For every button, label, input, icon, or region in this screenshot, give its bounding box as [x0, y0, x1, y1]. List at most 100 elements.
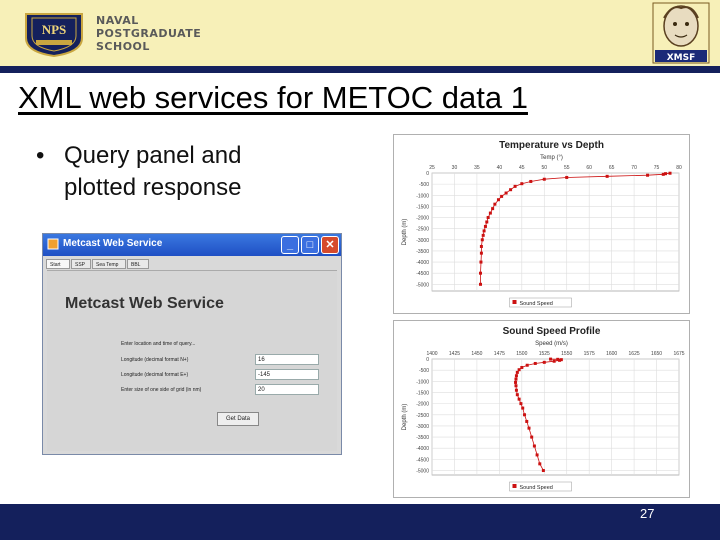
x-tick-label: 65 — [609, 165, 615, 171]
metcast-app-window: Metcast Web Service _ □ ✕ Start SSP Sea … — [42, 233, 342, 455]
school-line-3: SCHOOL — [96, 40, 150, 53]
data-point — [488, 211, 492, 215]
x-tick-label: 50 — [541, 165, 547, 171]
data-point — [514, 384, 518, 388]
data-point — [486, 216, 490, 220]
x-tick-label: 1525 — [539, 351, 550, 357]
tab-ssp[interactable]: SSP — [71, 259, 91, 269]
sound-speed-chart: Sound Speed Profile Speed (m/s) Depth (m) 1… — [393, 320, 690, 498]
data-point — [523, 413, 527, 417]
get-data-button[interactable]: Get Data — [217, 412, 259, 426]
y-tick-label: -3000 — [416, 424, 429, 430]
data-point — [530, 435, 534, 439]
chart-title: Temperature vs Depth — [499, 140, 604, 151]
y-tick-label: -3500 — [416, 435, 429, 441]
data-point — [491, 207, 495, 211]
nps-seal-logo: NPS — [25, 13, 83, 58]
form-intro: Enter location and time of query... — [121, 341, 196, 347]
x-tick-label: 60 — [586, 165, 592, 171]
x-tick-label: 1625 — [629, 351, 640, 357]
field-label-longitude: Longitude (decimal format E+) — [121, 372, 189, 378]
y-tick-label: -3000 — [416, 238, 429, 244]
maximize-button[interactable]: □ — [301, 236, 319, 254]
page-number: 27 — [640, 506, 655, 521]
temperature-depth-plot: Temperature vs Depth Temp (°) Depth (m) 25 3… — [402, 140, 682, 308]
data-point — [520, 182, 524, 186]
x-tick-label: 35 — [474, 165, 480, 171]
data-point — [535, 453, 539, 457]
y-tick-label: -4500 — [416, 457, 429, 463]
data-point — [514, 380, 518, 384]
y-tick-label: -1500 — [416, 390, 429, 396]
y-tick-label: -500 — [419, 182, 429, 188]
data-point — [515, 370, 519, 374]
minimize-button[interactable]: _ — [281, 236, 299, 254]
legend-label: Sound Speed — [520, 485, 553, 491]
y-tick-label: -2500 — [416, 227, 429, 233]
data-point — [500, 194, 504, 198]
y-tick-label: -1000 — [416, 379, 429, 385]
bullet-text: Query panel and plotted response — [64, 142, 242, 201]
x-tick-label: 80 — [676, 165, 682, 171]
longitude-input[interactable]: -145 — [255, 369, 319, 380]
x-tick-label: 1650 — [651, 351, 662, 357]
data-point — [538, 462, 542, 466]
x-tick-label: 1500 — [516, 351, 527, 357]
y-tick-label: -2500 — [416, 413, 429, 419]
y-tick-label: -5000 — [416, 469, 429, 475]
x-tick-label: 70 — [631, 165, 637, 171]
tab-sea-temp[interactable]: Sea Temp — [92, 259, 126, 269]
data-point — [552, 359, 556, 363]
data-point — [541, 469, 545, 473]
xmsf-logo: XMSF — [652, 2, 710, 64]
school-line-2: POSTGRADUATE — [96, 27, 202, 40]
data-point — [525, 363, 529, 367]
data-point — [520, 365, 524, 369]
close-button[interactable]: ✕ — [321, 236, 339, 254]
legend-label: Sound Speed — [520, 301, 553, 307]
data-point — [525, 419, 529, 423]
tab-bbl[interactable]: BBL — [127, 259, 149, 269]
data-point — [605, 174, 609, 178]
x-tick-label: 30 — [452, 165, 458, 171]
window-title: Metcast Web Service — [63, 238, 163, 249]
grid-size-input[interactable]: 20 — [255, 384, 319, 395]
x-tick-label: 1475 — [494, 351, 505, 357]
legend-swatch — [512, 484, 517, 488]
data-point — [509, 188, 513, 192]
window-titlebar[interactable]: Metcast Web Service _ □ ✕ — [43, 234, 341, 256]
bullet-dot-icon: • — [36, 142, 45, 169]
x-axis-label: Temp (°) — [540, 155, 563, 161]
legend-swatch — [512, 300, 517, 304]
y-tick-label: 0 — [426, 171, 429, 177]
x-tick-label: 25 — [429, 165, 435, 171]
y-tick-label: -500 — [419, 368, 429, 374]
tab-start[interactable]: Start — [46, 259, 70, 269]
data-point — [517, 397, 521, 401]
y-tick-label: -4000 — [416, 446, 429, 452]
y-axis-label: Depth (m) — [402, 404, 408, 431]
data-point — [514, 374, 518, 378]
data-point — [479, 260, 483, 264]
nps-logo-text: NPS — [42, 22, 67, 37]
xmsf-logo-text: XMSF — [667, 53, 696, 63]
data-point — [521, 406, 525, 410]
data-point — [479, 282, 483, 286]
data-point — [542, 360, 546, 364]
footer-band — [0, 504, 720, 540]
y-tick-label: 0 — [426, 357, 429, 363]
data-point — [532, 444, 536, 448]
school-line-1: NAVAL — [96, 14, 139, 27]
x-tick-label: 1550 — [561, 351, 572, 357]
chart-title: Sound Speed Profile — [503, 326, 601, 337]
data-point — [646, 173, 650, 177]
x-tick-label: 1600 — [606, 351, 617, 357]
y-tick-label: -4500 — [416, 271, 429, 277]
data-point — [493, 202, 497, 206]
x-tick-label: 1425 — [449, 351, 460, 357]
data-point — [517, 368, 521, 372]
data-point — [514, 377, 518, 381]
data-point — [529, 179, 533, 183]
data-point — [482, 229, 486, 233]
latitude-input[interactable]: 16 — [255, 354, 319, 365]
